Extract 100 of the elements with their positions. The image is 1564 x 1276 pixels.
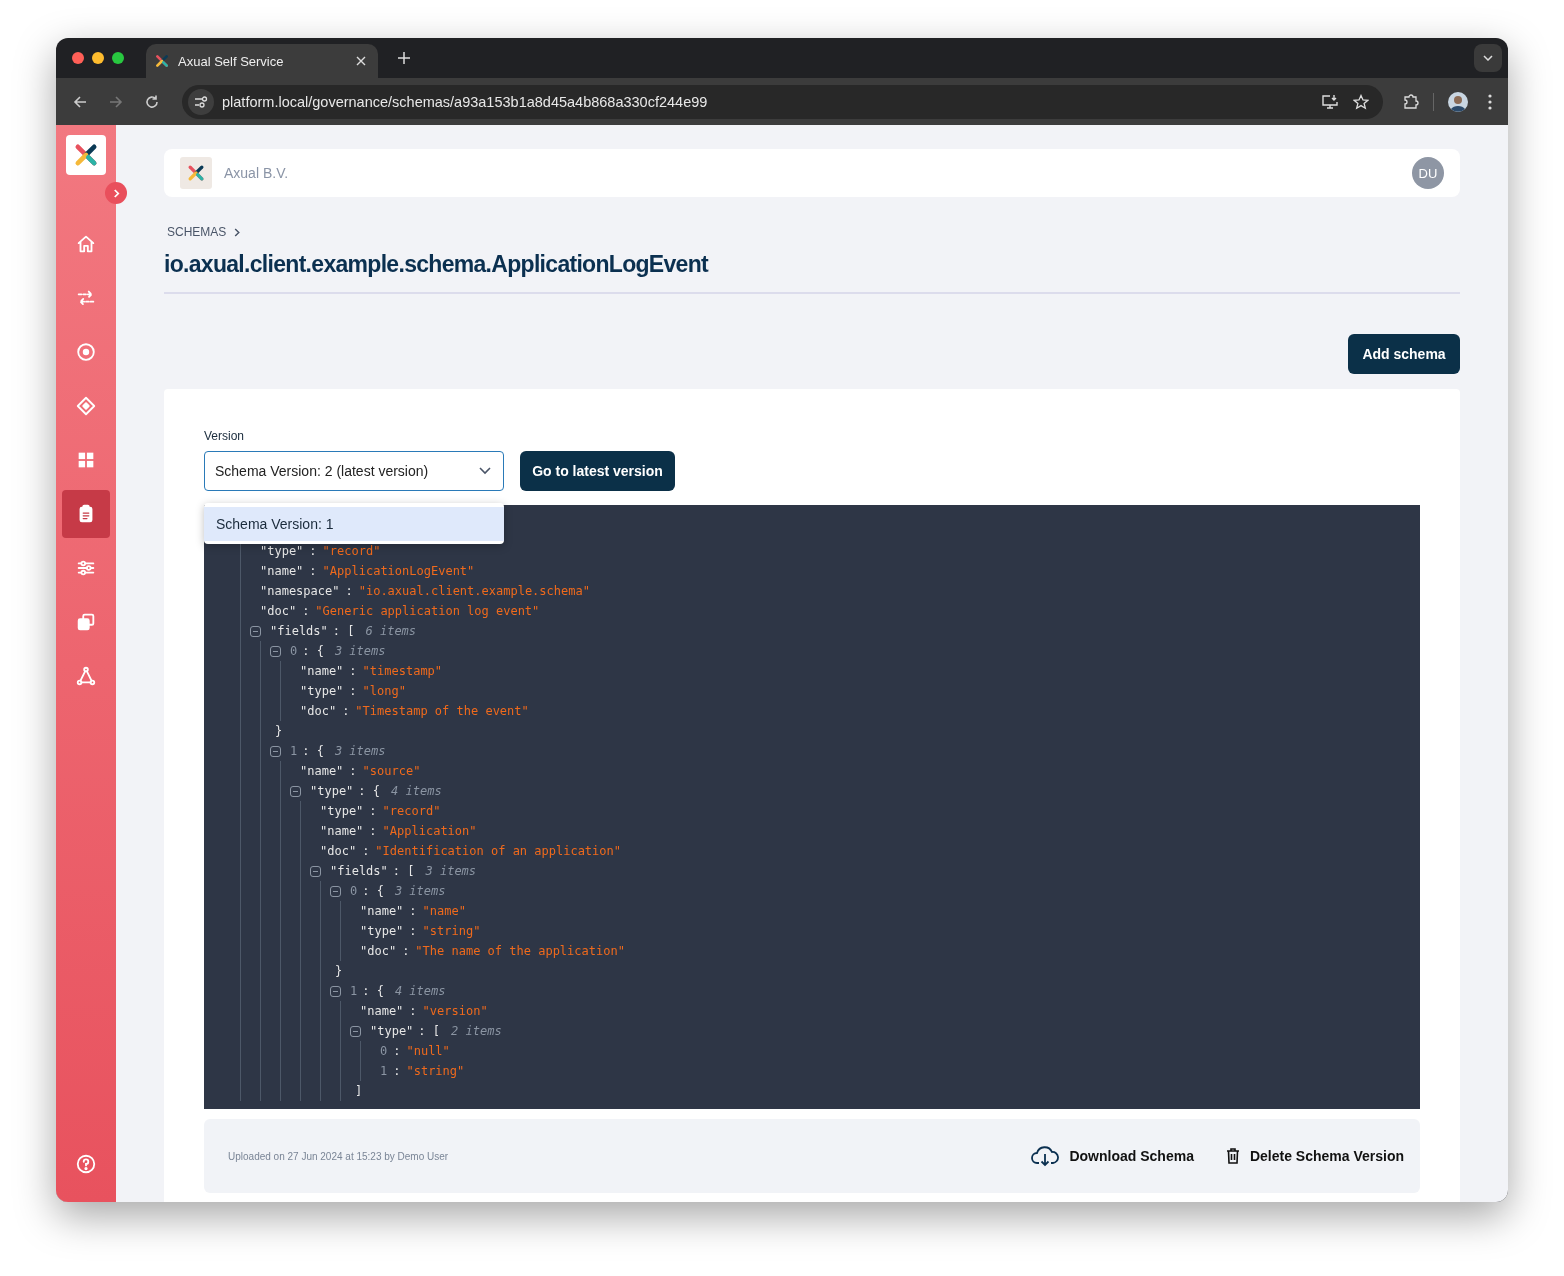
json-key: "doc" <box>360 944 397 958</box>
json-punctuation: : <box>302 604 310 618</box>
json-key: "type" <box>310 784 354 798</box>
item-count: 3 items <box>394 884 446 898</box>
json-key: 0 <box>290 644 298 658</box>
install-app-icon[interactable] <box>1321 93 1339 110</box>
site-settings-icon[interactable] <box>188 88 214 115</box>
json-key: "name" <box>360 904 404 918</box>
reload-icon[interactable] <box>144 93 160 110</box>
extensions-icon[interactable] <box>1403 93 1419 110</box>
json-punctuation: : <box>309 564 317 578</box>
json-punctuation: : { <box>362 984 384 998</box>
organization-name: Axual B.V. <box>224 165 289 181</box>
json-key: 0 <box>380 1044 388 1058</box>
clipboard-icon[interactable] <box>62 490 110 538</box>
collapse-icon[interactable] <box>270 645 281 657</box>
collapse-icon[interactable] <box>350 1025 361 1037</box>
trash-icon <box>1225 1148 1240 1164</box>
close-window-icon[interactable] <box>72 52 84 64</box>
item-count: 4 items <box>391 784 442 798</box>
json-key: 1 <box>380 1064 388 1078</box>
browser-tab[interactable]: Axual Self Service <box>146 44 378 78</box>
json-punctuation: : <box>369 824 377 838</box>
json-key: "name" <box>320 824 364 838</box>
json-key: "type" <box>300 684 344 698</box>
dropdown-option[interactable]: Schema Version: 1 <box>204 507 504 541</box>
collapse-icon[interactable] <box>270 745 281 757</box>
json-punctuation: : <box>393 1044 401 1058</box>
collapse-icon[interactable] <box>310 865 321 877</box>
json-punctuation: : <box>409 1004 417 1018</box>
json-punctuation: : <box>409 904 417 918</box>
expand-sidebar-button[interactable] <box>105 182 127 204</box>
json-key: "type" <box>370 1024 414 1038</box>
address-bar[interactable]: platform.local/governance/schemas/a93a153b1a8d45a4b868a330cf244e99 <box>182 84 1383 119</box>
profile-avatar-icon[interactable] <box>1448 91 1468 112</box>
item-count: 4 items <box>394 984 446 998</box>
json-punctuation: : <box>309 544 317 558</box>
bookmark-star-icon[interactable] <box>1353 93 1369 110</box>
app-logo[interactable] <box>66 135 106 175</box>
json-key: 0 <box>350 884 358 898</box>
json-value: "ApplicationLogEvent" <box>322 564 475 578</box>
json-value: "string" <box>406 1064 465 1078</box>
breadcrumb-link[interactable]: SCHEMAS <box>167 225 227 239</box>
item-count: 3 items <box>425 864 477 878</box>
json-punctuation: : <box>349 764 357 778</box>
favicon-icon <box>154 53 170 69</box>
json-value: "Identification of an application" <box>375 844 621 858</box>
minimize-window-icon[interactable] <box>92 52 104 64</box>
go-to-latest-button[interactable]: Go to latest version <box>520 451 675 491</box>
json-punctuation: : <box>402 944 410 958</box>
new-tab-icon[interactable] <box>398 52 410 64</box>
item-count: 6 items <box>365 624 417 638</box>
json-bracket: ] <box>355 1084 363 1098</box>
item-count: 2 items <box>451 1024 502 1038</box>
delete-schema-button[interactable]: Delete Schema Version <box>1225 1148 1404 1164</box>
json-key: "type" <box>360 924 404 938</box>
collapse-icon[interactable] <box>290 785 301 797</box>
version-select[interactable]: Schema Version: 2 (latest version) <box>204 451 504 491</box>
json-key: "doc" <box>300 704 337 718</box>
json-bracket: } <box>275 724 283 738</box>
chevron-right-icon <box>234 227 241 237</box>
json-key: "name" <box>360 1004 404 1018</box>
download-schema-button[interactable]: Download Schema <box>1031 1145 1194 1167</box>
maximize-window-icon[interactable] <box>112 52 124 64</box>
json-punctuation: : <box>409 924 417 938</box>
json-value: "version" <box>422 1004 488 1018</box>
close-icon[interactable] <box>356 56 366 66</box>
json-key: "namespace" <box>260 584 340 598</box>
add-schema-button[interactable]: Add schema <box>1348 334 1460 374</box>
json-value: "record" <box>382 804 441 818</box>
caret-down-icon <box>1483 55 1493 61</box>
json-value: "record" <box>322 544 381 558</box>
json-value: "null" <box>406 1044 450 1058</box>
back-icon[interactable] <box>72 93 88 110</box>
json-punctuation: : <box>362 844 370 858</box>
json-value: "Timestamp of the event" <box>355 704 529 718</box>
json-punctuation: : { <box>302 744 324 758</box>
upload-info: Uploaded on 27 Jun 2024 at 15:23 by Demo User <box>228 1150 449 1162</box>
collapse-icon[interactable] <box>330 885 341 897</box>
more-menu-icon[interactable] <box>1488 93 1492 110</box>
json-punctuation: : <box>349 684 357 698</box>
item-count: 3 items <box>334 744 386 758</box>
chevron-right-icon <box>112 188 120 198</box>
json-key: "fields" <box>330 864 388 878</box>
json-value: "long" <box>362 684 406 698</box>
collapse-icon[interactable] <box>330 985 341 997</box>
organization-logo <box>180 157 212 189</box>
json-key: "name" <box>260 564 304 578</box>
json-punctuation: : <box>349 664 357 678</box>
forward-icon[interactable] <box>108 93 124 110</box>
json-punctuation: : <box>345 584 353 598</box>
cloud-download-icon <box>1031 1145 1060 1167</box>
json-value: "string" <box>422 924 481 938</box>
json-punctuation: : { <box>358 784 381 798</box>
collapse-icon[interactable] <box>250 625 261 637</box>
tab-list-button[interactable] <box>1474 44 1502 72</box>
json-key: "type" <box>260 544 304 558</box>
json-punctuation: : [ <box>392 864 415 878</box>
json-key: 1 <box>290 744 298 758</box>
json-key: "fields" <box>270 624 328 638</box>
